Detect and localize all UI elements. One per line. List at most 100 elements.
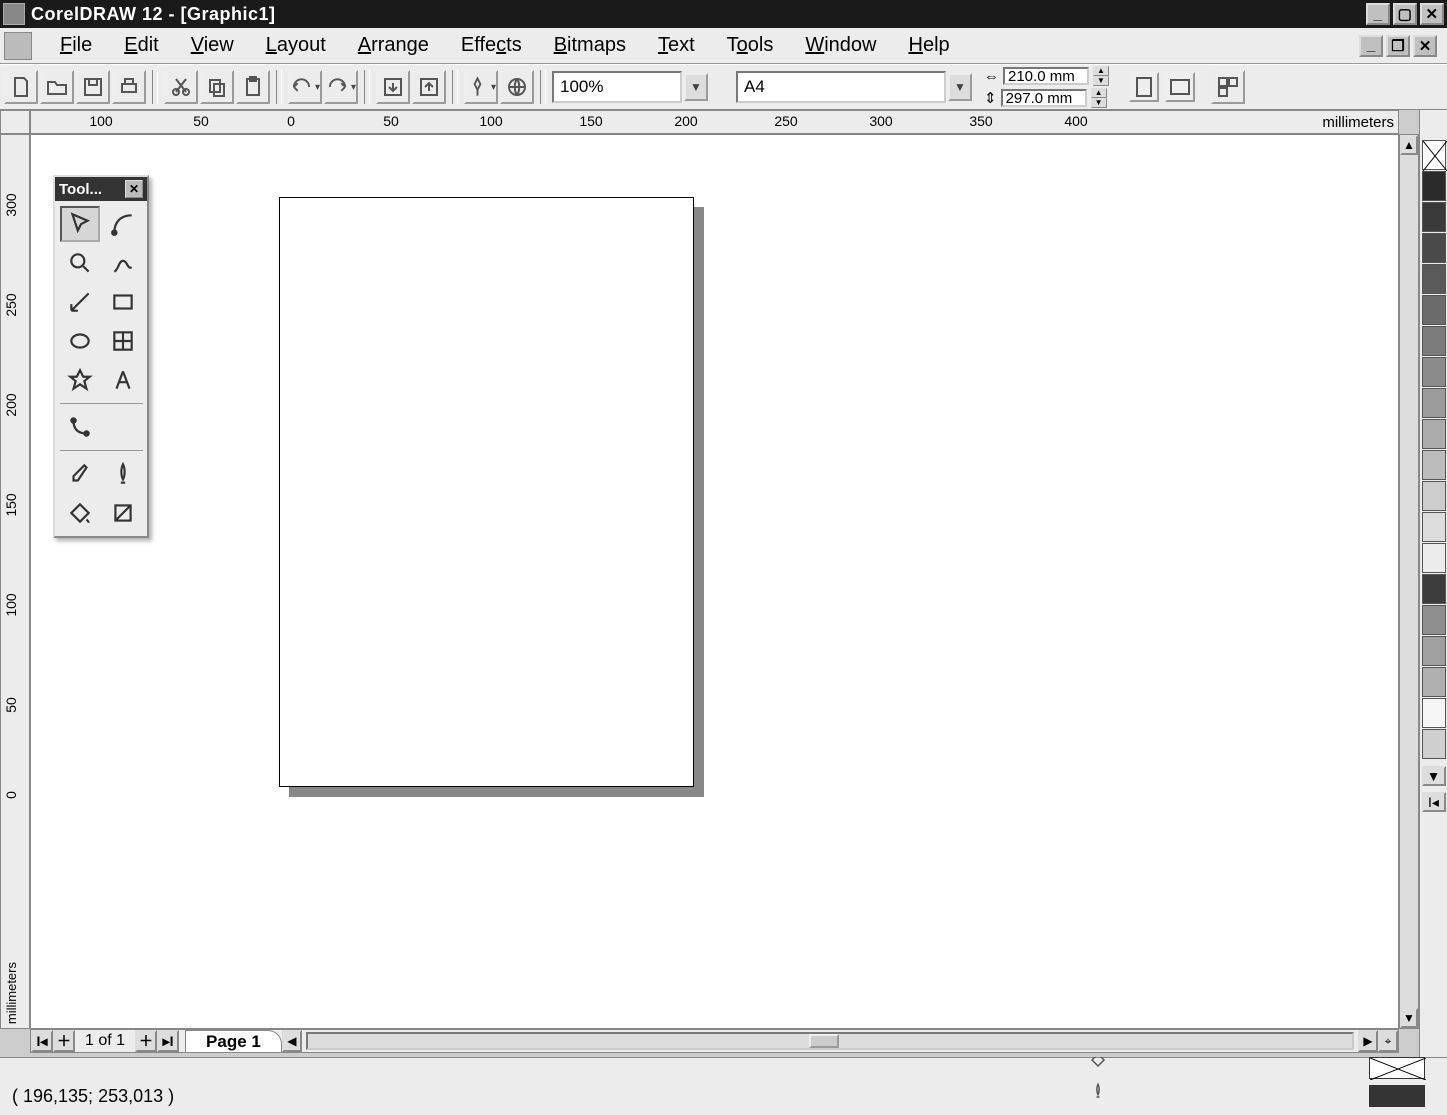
close-button[interactable]: ✕ — [1420, 3, 1444, 25]
swatch-color[interactable] — [1422, 512, 1446, 542]
copy-button[interactable] — [200, 70, 234, 104]
smart-drawing-tool[interactable] — [60, 284, 100, 320]
swatch-color[interactable] — [1422, 419, 1446, 449]
export-button[interactable] — [412, 70, 446, 104]
fill-tool[interactable] — [60, 495, 100, 531]
swatch-color[interactable] — [1422, 264, 1446, 294]
swatch-color[interactable] — [1422, 729, 1446, 759]
swatch-color[interactable] — [1422, 450, 1446, 480]
menu-arrange[interactable]: Arrange — [344, 31, 447, 60]
vertical-ruler[interactable]: 300 250 200 150 100 50 0 millimeters — [0, 134, 30, 1029]
page-width-input[interactable]: 210.0 mm — [1003, 67, 1089, 85]
rectangle-tool[interactable] — [103, 284, 143, 320]
open-button[interactable] — [40, 70, 74, 104]
width-spinner[interactable]: ▲▼ — [1093, 66, 1109, 86]
portrait-button[interactable] — [1129, 72, 1159, 102]
basic-shapes-tool[interactable] — [60, 362, 100, 398]
toolbox-palette[interactable]: Tool... ✕ — [53, 175, 149, 538]
menu-edit[interactable]: Edit — [110, 31, 176, 60]
save-button[interactable] — [76, 70, 110, 104]
eyedropper-tool[interactable] — [60, 456, 100, 492]
new-button[interactable] — [4, 70, 38, 104]
menu-effects[interactable]: Effects — [447, 31, 540, 60]
options-button[interactable] — [1211, 70, 1245, 104]
swatch-none[interactable] — [1422, 140, 1446, 170]
app-logo-icon[interactable] — [4, 32, 32, 60]
swatch-color[interactable] — [1422, 388, 1446, 418]
swatch-color[interactable] — [1422, 295, 1446, 325]
palette-scroll-down[interactable]: ▼ — [1422, 766, 1446, 786]
vertical-scrollbar[interactable]: ▲ ▼ — [1399, 134, 1419, 1029]
document-close-button[interactable]: ✕ — [1413, 35, 1437, 57]
prev-page-button[interactable]: ＋ — [53, 1030, 75, 1052]
toolbox-title-bar[interactable]: Tool... ✕ — [55, 177, 147, 201]
first-page-button[interactable]: I◂ — [31, 1030, 53, 1052]
swatch-color[interactable] — [1422, 543, 1446, 573]
drawing-canvas[interactable]: Tool... ✕ — [30, 134, 1399, 1029]
import-button[interactable] — [376, 70, 410, 104]
landscape-button[interactable] — [1165, 72, 1195, 102]
text-tool[interactable] — [103, 362, 143, 398]
app-launcher-button[interactable] — [464, 70, 498, 104]
pick-tool[interactable] — [60, 206, 100, 242]
ruler-origin[interactable] — [0, 110, 30, 134]
corel-online-button[interactable] — [500, 70, 534, 104]
paste-button[interactable] — [236, 70, 270, 104]
status-fill-swatch[interactable] — [1369, 1057, 1425, 1079]
zoom-combo[interactable]: 100% — [552, 71, 682, 103]
hscroll-thumb[interactable] — [809, 1034, 839, 1048]
palette-flyout-button[interactable]: I◂ — [1422, 792, 1446, 812]
scroll-up-button[interactable]: ▲ — [1400, 135, 1418, 155]
navigator-button[interactable]: ⌖ — [1378, 1030, 1398, 1052]
document-restore-button[interactable]: ❐ — [1386, 35, 1410, 57]
scroll-down-button[interactable]: ▼ — [1400, 1008, 1418, 1028]
swatch-color[interactable] — [1422, 233, 1446, 263]
vscroll-track[interactable] — [1400, 155, 1418, 1008]
swatch-color[interactable] — [1422, 171, 1446, 201]
swatch-color[interactable] — [1422, 698, 1446, 728]
graph-paper-tool[interactable] — [103, 323, 143, 359]
menu-tools[interactable]: Tools — [713, 31, 792, 60]
menu-text[interactable]: Text — [644, 31, 713, 60]
last-page-button[interactable]: ▸I — [157, 1030, 179, 1052]
horizontal-ruler[interactable]: 100 50 0 50 100 150 200 250 300 350 400 … — [30, 110, 1399, 134]
scroll-right-button[interactable]: ▶ — [1358, 1030, 1378, 1052]
swatch-color[interactable] — [1422, 605, 1446, 635]
outline-tool[interactable] — [103, 456, 143, 492]
maximize-button[interactable]: ▢ — [1393, 3, 1417, 25]
hscroll-track[interactable] — [306, 1032, 1354, 1050]
height-spinner[interactable]: ▲▼ — [1091, 88, 1107, 108]
menu-bitmaps[interactable]: Bitmaps — [540, 31, 644, 60]
page-tab[interactable]: Page 1 — [185, 1030, 282, 1052]
shape-tool[interactable] — [103, 206, 143, 242]
interactive-tool[interactable] — [60, 409, 100, 445]
toolbox-close-button[interactable]: ✕ — [125, 180, 143, 198]
menu-view[interactable]: View — [177, 31, 252, 60]
undo-button[interactable] — [288, 70, 322, 104]
page-height-input[interactable]: 297.0 mm — [1001, 89, 1087, 107]
zoom-tool[interactable] — [60, 245, 100, 281]
status-outline-swatch[interactable] — [1369, 1085, 1425, 1107]
cut-button[interactable] — [164, 70, 198, 104]
swatch-color[interactable] — [1422, 667, 1446, 697]
swatch-color[interactable] — [1422, 574, 1446, 604]
menu-help[interactable]: Help — [895, 31, 968, 60]
menu-layout[interactable]: Layout — [252, 31, 344, 60]
paper-dropdown-arrow[interactable]: ▼ — [948, 73, 972, 101]
menu-file[interactable]: File — [46, 31, 110, 60]
paper-size-combo[interactable]: A4 — [736, 71, 946, 103]
swatch-color[interactable] — [1422, 202, 1446, 232]
scroll-left-button[interactable]: ◀ — [282, 1030, 302, 1052]
swatch-color[interactable] — [1422, 357, 1446, 387]
zoom-dropdown-arrow[interactable]: ▼ — [684, 73, 708, 101]
next-page-button[interactable]: ＋ — [135, 1030, 157, 1052]
menu-window[interactable]: Window — [791, 31, 894, 60]
swatch-color[interactable] — [1422, 481, 1446, 511]
minimize-button[interactable]: _ — [1366, 3, 1390, 25]
redo-button[interactable] — [324, 70, 358, 104]
document-minimize-button[interactable]: _ — [1359, 35, 1383, 57]
freehand-tool[interactable] — [103, 245, 143, 281]
ellipse-tool[interactable] — [60, 323, 100, 359]
swatch-color[interactable] — [1422, 326, 1446, 356]
swatch-color[interactable] — [1422, 636, 1446, 666]
